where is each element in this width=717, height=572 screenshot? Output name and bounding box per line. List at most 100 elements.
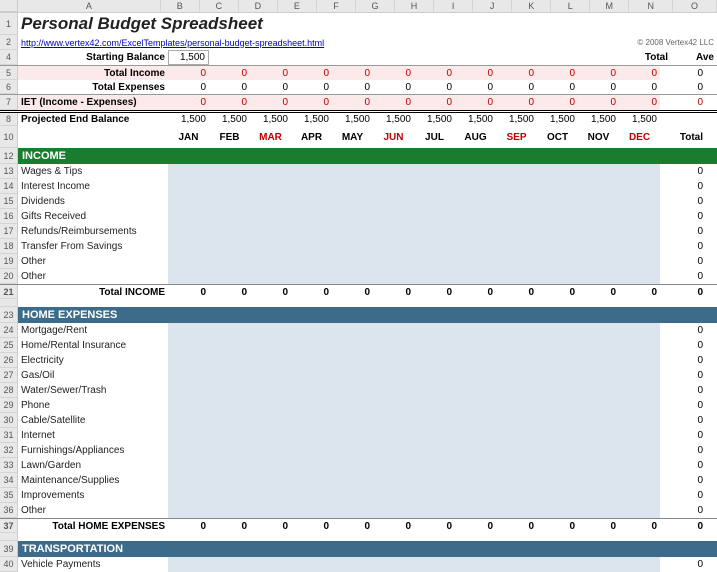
cell[interactable] xyxy=(619,209,660,224)
cell[interactable] xyxy=(496,368,537,383)
cell[interactable]: 0 xyxy=(660,285,706,299)
cell[interactable] xyxy=(209,557,250,572)
cell[interactable]: 0 xyxy=(414,285,455,299)
cell[interactable]: 1,500 xyxy=(455,113,496,126)
cell[interactable] xyxy=(496,557,537,572)
cell[interactable] xyxy=(414,323,455,338)
cell[interactable]: 0 xyxy=(706,503,717,518)
cell[interactable] xyxy=(414,557,455,572)
cell[interactable]: 0 xyxy=(660,557,706,572)
category-label[interactable]: Water/Sewer/Trash xyxy=(18,383,168,398)
cell[interactable] xyxy=(496,458,537,473)
cell[interactable] xyxy=(291,179,332,194)
cell[interactable] xyxy=(250,338,291,353)
cell[interactable] xyxy=(373,458,414,473)
cell[interactable]: 0 xyxy=(660,383,706,398)
row-header[interactable] xyxy=(0,299,18,307)
cell[interactable] xyxy=(168,368,209,383)
cell[interactable] xyxy=(455,383,496,398)
cell[interactable] xyxy=(168,488,209,503)
cell[interactable] xyxy=(373,224,414,239)
cell[interactable] xyxy=(537,383,578,398)
row-header[interactable]: 25 xyxy=(0,338,18,353)
cell[interactable] xyxy=(619,368,660,383)
cell[interactable] xyxy=(496,194,537,209)
cell[interactable]: 1,500 xyxy=(578,113,619,126)
col-header-J[interactable]: J xyxy=(473,0,512,12)
cell[interactable] xyxy=(209,164,250,179)
cell[interactable] xyxy=(414,368,455,383)
cell[interactable]: 0 xyxy=(414,519,455,533)
cell[interactable] xyxy=(455,443,496,458)
cell[interactable]: 0 xyxy=(660,488,706,503)
cell[interactable]: 0 xyxy=(455,95,496,110)
cell[interactable] xyxy=(332,488,373,503)
cell[interactable] xyxy=(332,194,373,209)
cell[interactable] xyxy=(496,383,537,398)
cell[interactable]: 0 xyxy=(455,519,496,533)
cell[interactable] xyxy=(578,488,619,503)
category-label[interactable]: Other xyxy=(18,254,168,269)
cell[interactable]: 0 xyxy=(706,224,717,239)
row-header[interactable]: 23 xyxy=(0,307,18,323)
cell[interactable] xyxy=(373,194,414,209)
cell[interactable] xyxy=(537,323,578,338)
cell[interactable] xyxy=(455,194,496,209)
cell[interactable] xyxy=(209,413,250,428)
cell[interactable] xyxy=(373,269,414,284)
cell[interactable]: 0 xyxy=(209,80,250,94)
cell[interactable] xyxy=(496,254,537,269)
cell[interactable] xyxy=(332,239,373,254)
cell[interactable] xyxy=(209,398,250,413)
row-header[interactable]: 18 xyxy=(0,239,18,254)
cell[interactable] xyxy=(496,164,537,179)
cell[interactable] xyxy=(537,224,578,239)
cell[interactable] xyxy=(455,428,496,443)
cell[interactable] xyxy=(414,338,455,353)
cell[interactable]: 0 xyxy=(706,473,717,488)
cell[interactable] xyxy=(291,443,332,458)
cell[interactable]: 0 xyxy=(706,458,717,473)
cell[interactable] xyxy=(209,338,250,353)
cell[interactable]: 0 xyxy=(291,519,332,533)
cell[interactable]: 0 xyxy=(250,66,291,80)
cell[interactable]: 0 xyxy=(291,285,332,299)
cell[interactable] xyxy=(373,473,414,488)
cell[interactable] xyxy=(291,353,332,368)
cell[interactable]: 0 xyxy=(706,488,717,503)
cell[interactable] xyxy=(537,239,578,254)
cell[interactable] xyxy=(537,164,578,179)
cell[interactable] xyxy=(168,179,209,194)
row-header[interactable]: 28 xyxy=(0,383,18,398)
cell[interactable]: 1,500 xyxy=(291,113,332,126)
cell[interactable] xyxy=(250,239,291,254)
col-header-K[interactable]: K xyxy=(512,0,551,12)
cell[interactable] xyxy=(250,557,291,572)
category-label[interactable]: Furnishings/Appliances xyxy=(18,443,168,458)
cell[interactable]: 0 xyxy=(660,194,706,209)
cell[interactable] xyxy=(578,179,619,194)
cell[interactable]: 0 xyxy=(660,338,706,353)
category-label[interactable]: Interest Income xyxy=(18,179,168,194)
cell[interactable] xyxy=(455,353,496,368)
category-label[interactable]: Internet xyxy=(18,428,168,443)
cell[interactable] xyxy=(373,179,414,194)
cell[interactable] xyxy=(537,179,578,194)
col-header-N[interactable]: N xyxy=(629,0,673,12)
row-header[interactable]: 36 xyxy=(0,503,18,518)
cell[interactable] xyxy=(414,353,455,368)
cell[interactable]: 0 xyxy=(455,66,496,80)
cell[interactable] xyxy=(332,368,373,383)
cell[interactable] xyxy=(578,194,619,209)
row-header[interactable]: 4 xyxy=(0,50,18,65)
cell[interactable]: 0 xyxy=(660,398,706,413)
cell[interactable] xyxy=(537,194,578,209)
row-header[interactable]: 21 xyxy=(0,285,18,299)
cell[interactable] xyxy=(291,557,332,572)
cell[interactable]: 0 xyxy=(706,443,717,458)
cell[interactable]: 0 xyxy=(168,95,209,110)
cell[interactable]: 0 xyxy=(209,95,250,110)
cell[interactable]: 1,500 xyxy=(250,113,291,126)
row-header[interactable]: 13 xyxy=(0,164,18,179)
cell[interactable] xyxy=(332,179,373,194)
